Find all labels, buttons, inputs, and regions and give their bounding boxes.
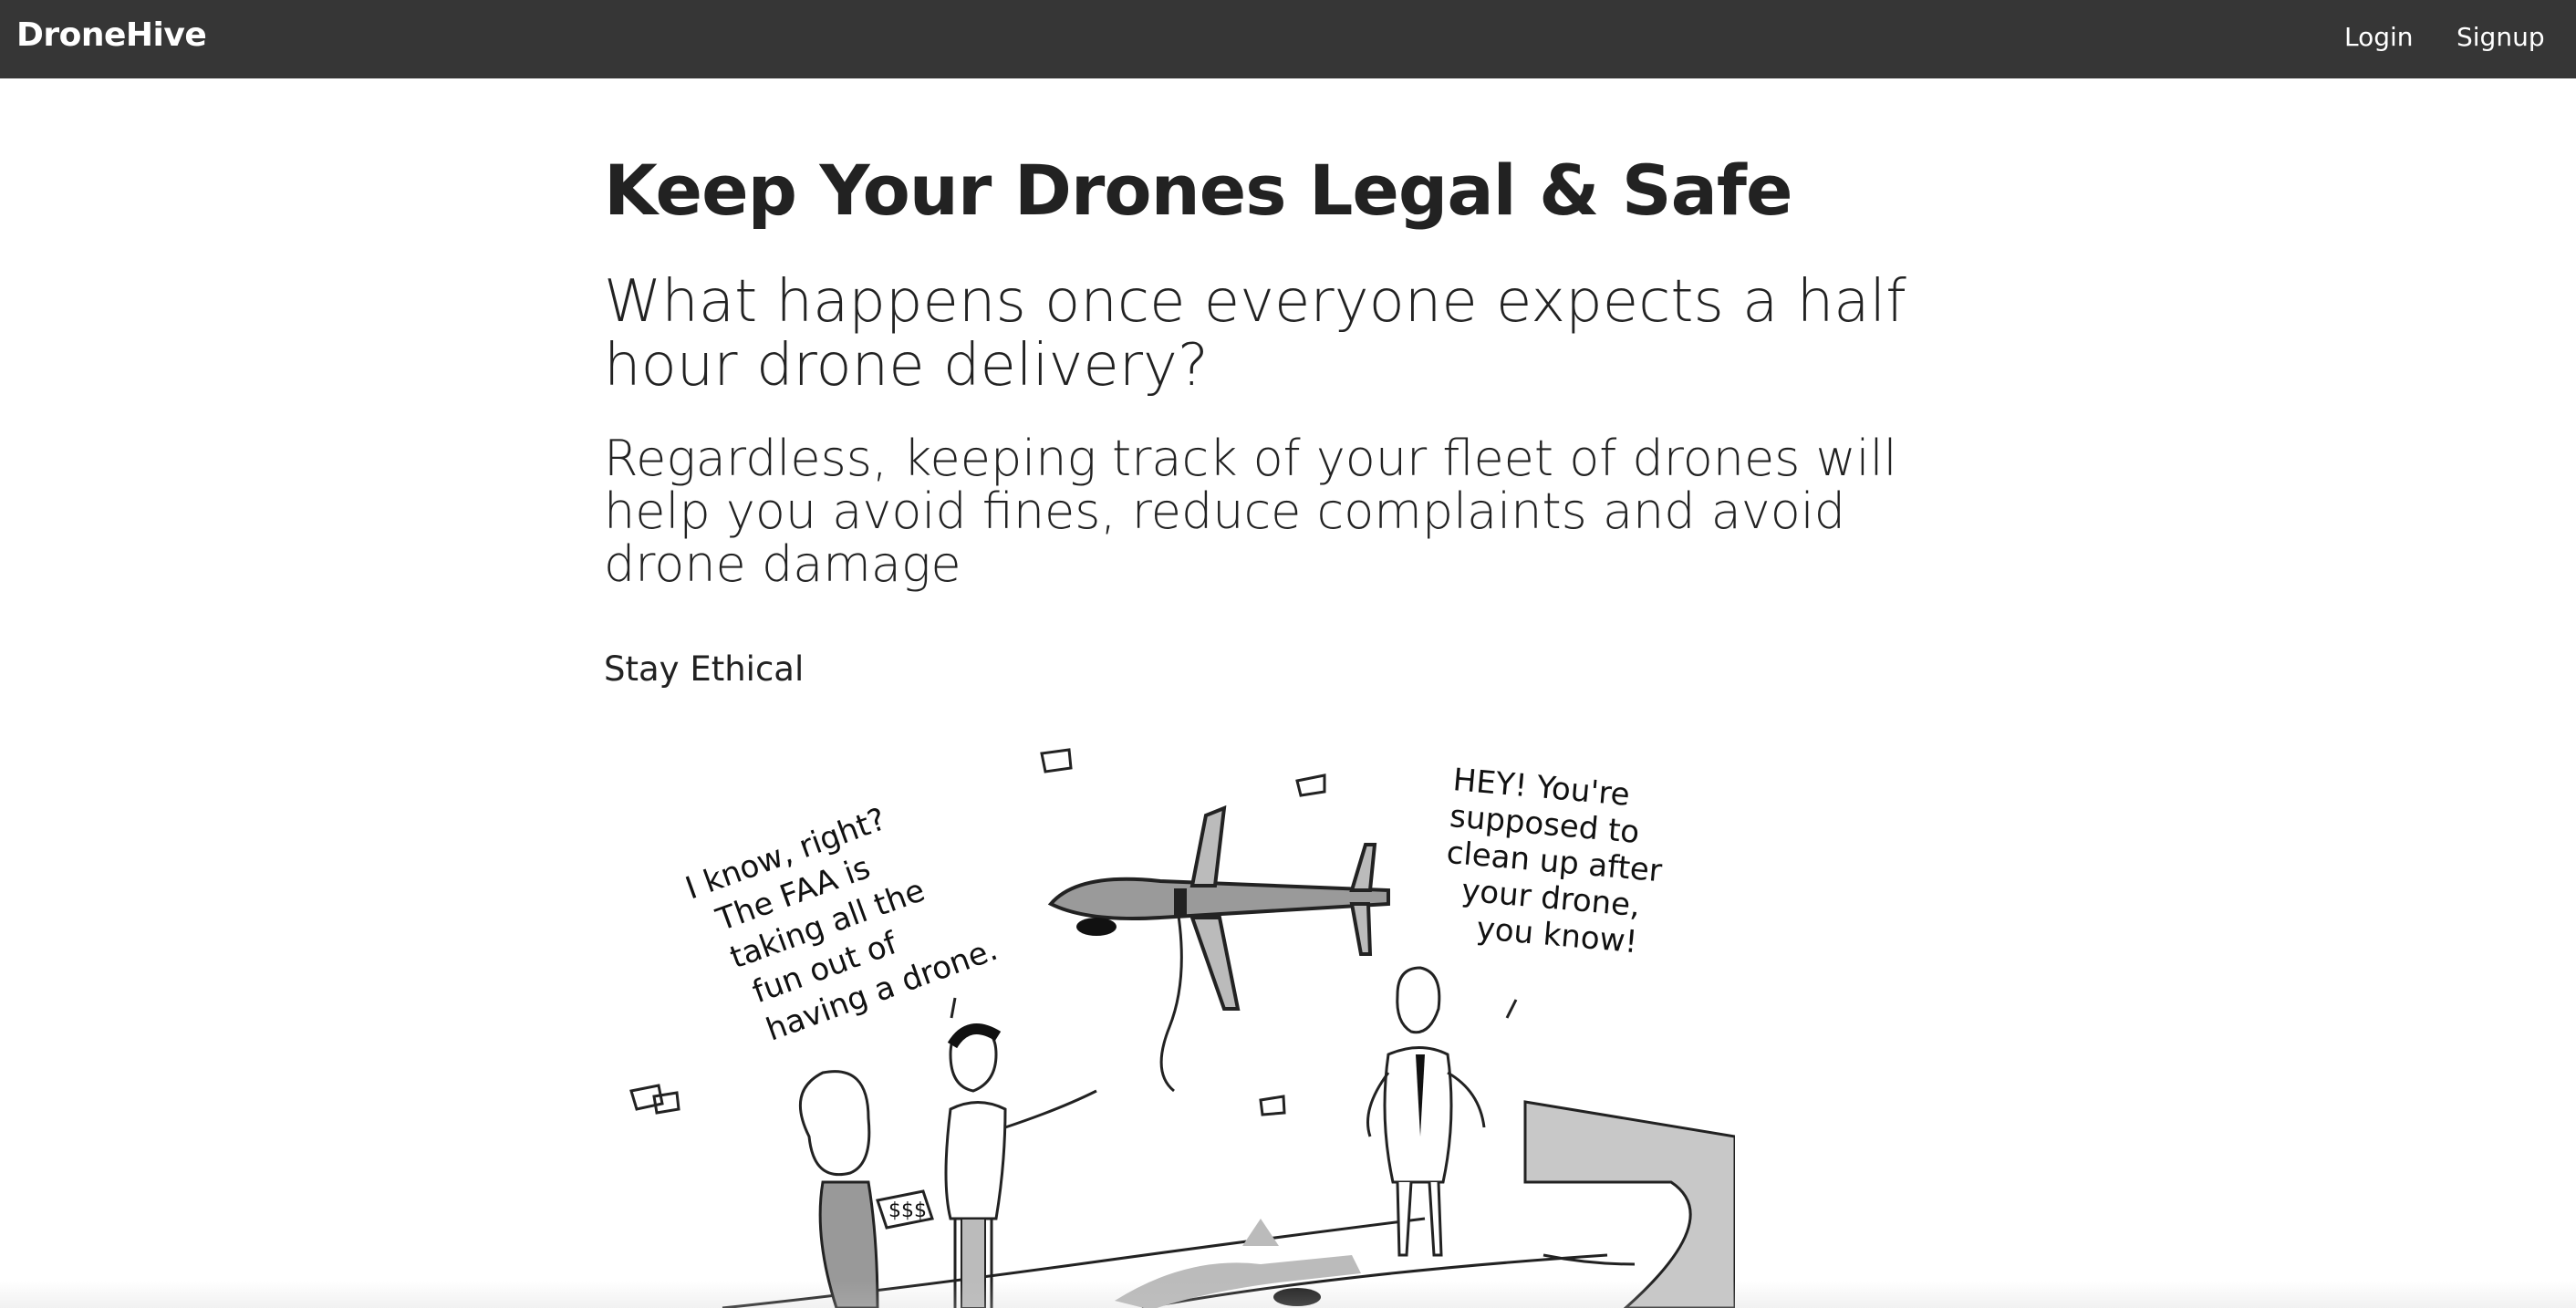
left-speech-bubble: I know, right? The FAA is taking all the… <box>680 780 1002 1057</box>
svg-text:I know, right? The F: I know, right? The FAA is taking all the… <box>680 780 1002 1057</box>
right-speech-bubble: HEY! You're supposed to clean up after y… <box>1439 762 1679 963</box>
drone-cartoon-image: $$$ I know, right? The FAA is taking all… <box>604 708 1735 1308</box>
bottom-fade <box>0 1281 2576 1308</box>
suit-man-figure <box>1366 966 1486 1257</box>
sidewalk-shape <box>1523 1100 1735 1308</box>
drone-drawing <box>1047 805 1390 1093</box>
login-link[interactable]: Login <box>2344 22 2414 52</box>
page-title: Keep Your Drones Legal & Safe <box>604 150 1792 231</box>
brand-logo[interactable]: DroneHive <box>16 16 207 54</box>
page-subtitle: What happens once everyone expects a hal… <box>604 268 1906 400</box>
section-label: Stay Ethical <box>604 649 805 689</box>
woman-figure: $$$ <box>798 1070 934 1308</box>
svg-text:HEY! You're supposed: HEY! You're supposed to clean up after y… <box>1439 762 1679 963</box>
top-navbar: DroneHive Login Signup <box>0 0 2576 78</box>
intro-paragraph: Regardless, keeping track of your fleet … <box>604 430 1897 593</box>
signup-link[interactable]: Signup <box>2457 22 2545 52</box>
drone-cartoon-drawing: $$$ I know, right? The FAA is taking all… <box>629 748 1735 1308</box>
svg-text:$$$: $$$ <box>888 1199 927 1222</box>
